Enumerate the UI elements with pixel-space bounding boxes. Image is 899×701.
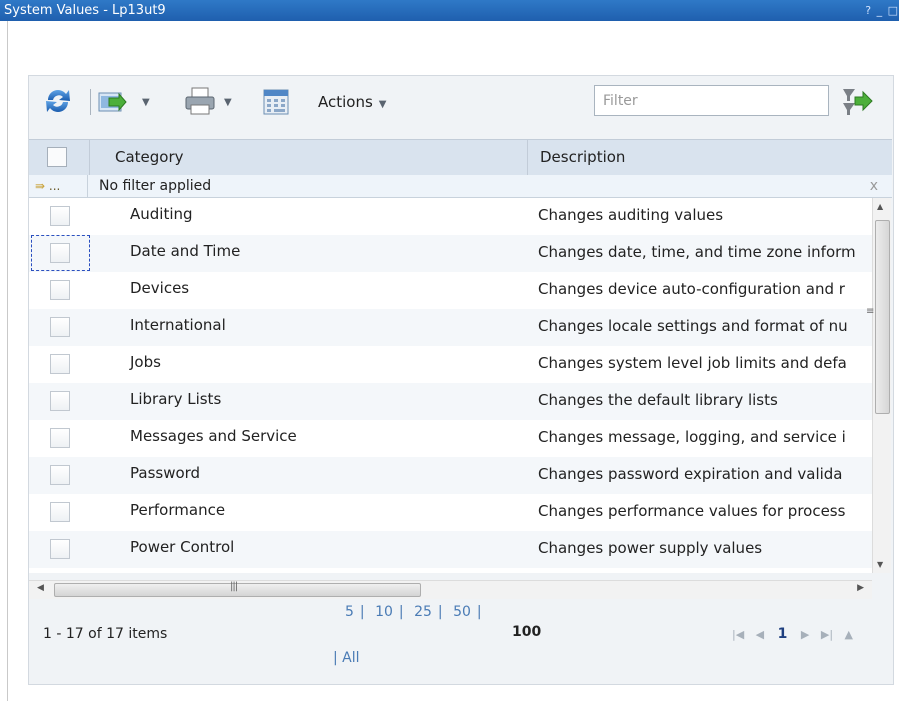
row-description: Changes system level job limits and defa: [538, 354, 847, 372]
scroll-grip-icon: |||: [230, 581, 238, 592]
page-size-options: 5 | 10 | 25 | 50 |: [345, 604, 482, 620]
print-dropdown-icon[interactable]: ▼: [224, 97, 232, 108]
row-checkbox[interactable]: [50, 465, 70, 485]
row-description: Changes device auto-configuration and r: [538, 280, 845, 298]
page-size-all-label[interactable]: All: [342, 650, 359, 666]
row-category[interactable]: Library Lists: [130, 390, 221, 408]
scroll-down-icon[interactable]: ▼: [877, 560, 883, 569]
toolbar-separator: [90, 89, 91, 115]
table-row[interactable]: Devices Changes device auto-configuratio…: [29, 272, 872, 309]
filter-input[interactable]: [594, 85, 829, 116]
row-description: Changes the default library lists: [538, 391, 778, 409]
go-to-top-icon: ▲: [844, 628, 853, 641]
table-row[interactable]: International Changes locale settings an…: [29, 309, 872, 346]
row-description: Changes locale settings and format of nu: [538, 317, 848, 335]
horizontal-scrollbar[interactable]: ◀ ||| ▶: [29, 580, 872, 599]
apply-filter-icon[interactable]: [840, 84, 874, 118]
row-category[interactable]: Devices: [130, 279, 189, 297]
row-description: Changes message, logging, and service i: [538, 428, 846, 446]
row-checkbox[interactable]: [50, 280, 70, 300]
window-border: [7, 21, 8, 701]
window-title: System Values - Lp13ut9: [4, 3, 166, 18]
table-row[interactable]: Library Lists Changes the default librar…: [29, 383, 872, 420]
table-row[interactable]: Performance Changes performance values f…: [29, 494, 872, 531]
row-checkbox[interactable]: [50, 428, 70, 448]
row-checkbox[interactable]: [50, 354, 70, 374]
row-description: Changes performance values for process: [538, 502, 846, 520]
first-page-icon: |◀: [732, 628, 745, 641]
item-count: 1 - 17 of 17 items: [43, 626, 168, 642]
page-size-option[interactable]: 25: [414, 604, 432, 620]
row-checkbox[interactable]: [50, 539, 70, 559]
calculator-icon[interactable]: [262, 88, 290, 116]
column-header-description[interactable]: Description: [527, 140, 880, 175]
row-checkbox[interactable]: [50, 317, 70, 337]
row-category[interactable]: Performance: [130, 501, 225, 519]
page-size-option[interactable]: 10: [375, 604, 393, 620]
scroll-right-icon[interactable]: ▶: [857, 583, 864, 593]
row-category[interactable]: Power Control: [130, 538, 234, 556]
last-page-icon: ▶|: [820, 628, 834, 641]
row-category[interactable]: Messages and Service: [130, 427, 297, 445]
row-description: Changes password expiration and valida: [538, 465, 843, 483]
previous-page-icon: ◀: [755, 628, 765, 641]
scroll-up-icon[interactable]: ▲: [877, 202, 883, 211]
chevron-down-icon: ▼: [378, 99, 387, 110]
actions-label: Actions: [318, 93, 373, 111]
current-page: 1: [777, 626, 788, 642]
pagination: |◀ ◀ 1 ▶ ▶| ▲: [728, 626, 857, 642]
table-header: Category Description: [29, 139, 892, 176]
scroll-grip-icon: ≡: [866, 306, 875, 317]
filter-options-button[interactable]: ⇛ ...: [35, 175, 88, 197]
row-category[interactable]: Auditing: [130, 205, 193, 223]
filter-status-row: ⇛ ... No filter applied x: [29, 175, 892, 198]
window-titlebar: System Values - Lp13ut9 ? _ □: [0, 0, 899, 21]
table-row[interactable]: Auditing Changes auditing values: [29, 198, 872, 235]
next-page-icon: ▶: [800, 628, 810, 641]
table-row[interactable]: Jobs Changes system level job limits and…: [29, 346, 872, 383]
column-header-category[interactable]: Category: [89, 140, 525, 175]
row-description: Changes auditing values: [538, 206, 724, 224]
row-checkbox[interactable]: [50, 391, 70, 411]
row-category[interactable]: Password: [130, 464, 200, 482]
row-checkbox[interactable]: [50, 502, 70, 522]
clear-filter-icon[interactable]: x: [870, 175, 878, 197]
row-checkbox[interactable]: [50, 243, 70, 263]
export-icon[interactable]: [97, 88, 127, 116]
row-category[interactable]: Jobs: [130, 353, 161, 371]
window-controls[interactable]: ? _ □: [865, 0, 899, 21]
export-dropdown-icon[interactable]: ▼: [142, 97, 150, 108]
filter-status-text: No filter applied: [99, 178, 212, 194]
actions-menu-button[interactable]: Actions ▼: [318, 93, 387, 111]
page-size-option[interactable]: 50: [453, 604, 471, 620]
table-row[interactable]: Power Control Changes power supply value…: [29, 531, 872, 568]
page-size-selected: 100: [512, 624, 542, 640]
table-row[interactable]: Password Changes password expiration and…: [29, 457, 872, 494]
row-checkbox[interactable]: [50, 206, 70, 226]
refresh-icon[interactable]: [43, 86, 73, 116]
vertical-scrollbar[interactable]: ▲ ≡ ▼: [866, 198, 891, 573]
table-body: Auditing Changes auditing values Date an…: [29, 198, 872, 573]
row-category[interactable]: International: [130, 316, 226, 334]
row-description: Changes power supply values: [538, 539, 763, 557]
vertical-scroll-thumb[interactable]: [875, 220, 890, 414]
row-description: Changes date, time, and time zone inform: [538, 243, 856, 261]
select-all-checkbox[interactable]: [47, 147, 67, 167]
filter-options-label: ...: [48, 179, 61, 193]
table-row[interactable]: Messages and Service Changes message, lo…: [29, 420, 872, 457]
page-size-all[interactable]: | All: [333, 650, 360, 666]
horizontal-scroll-thumb[interactable]: |||: [54, 581, 421, 597]
scroll-left-icon[interactable]: ◀: [37, 583, 44, 593]
print-icon[interactable]: [183, 86, 217, 116]
filter-options-icon: ⇛: [35, 179, 46, 193]
page-size-option[interactable]: 5: [345, 604, 354, 620]
row-category[interactable]: Date and Time: [130, 242, 240, 260]
table-row[interactable]: Date and Time Changes date, time, and ti…: [29, 235, 872, 272]
